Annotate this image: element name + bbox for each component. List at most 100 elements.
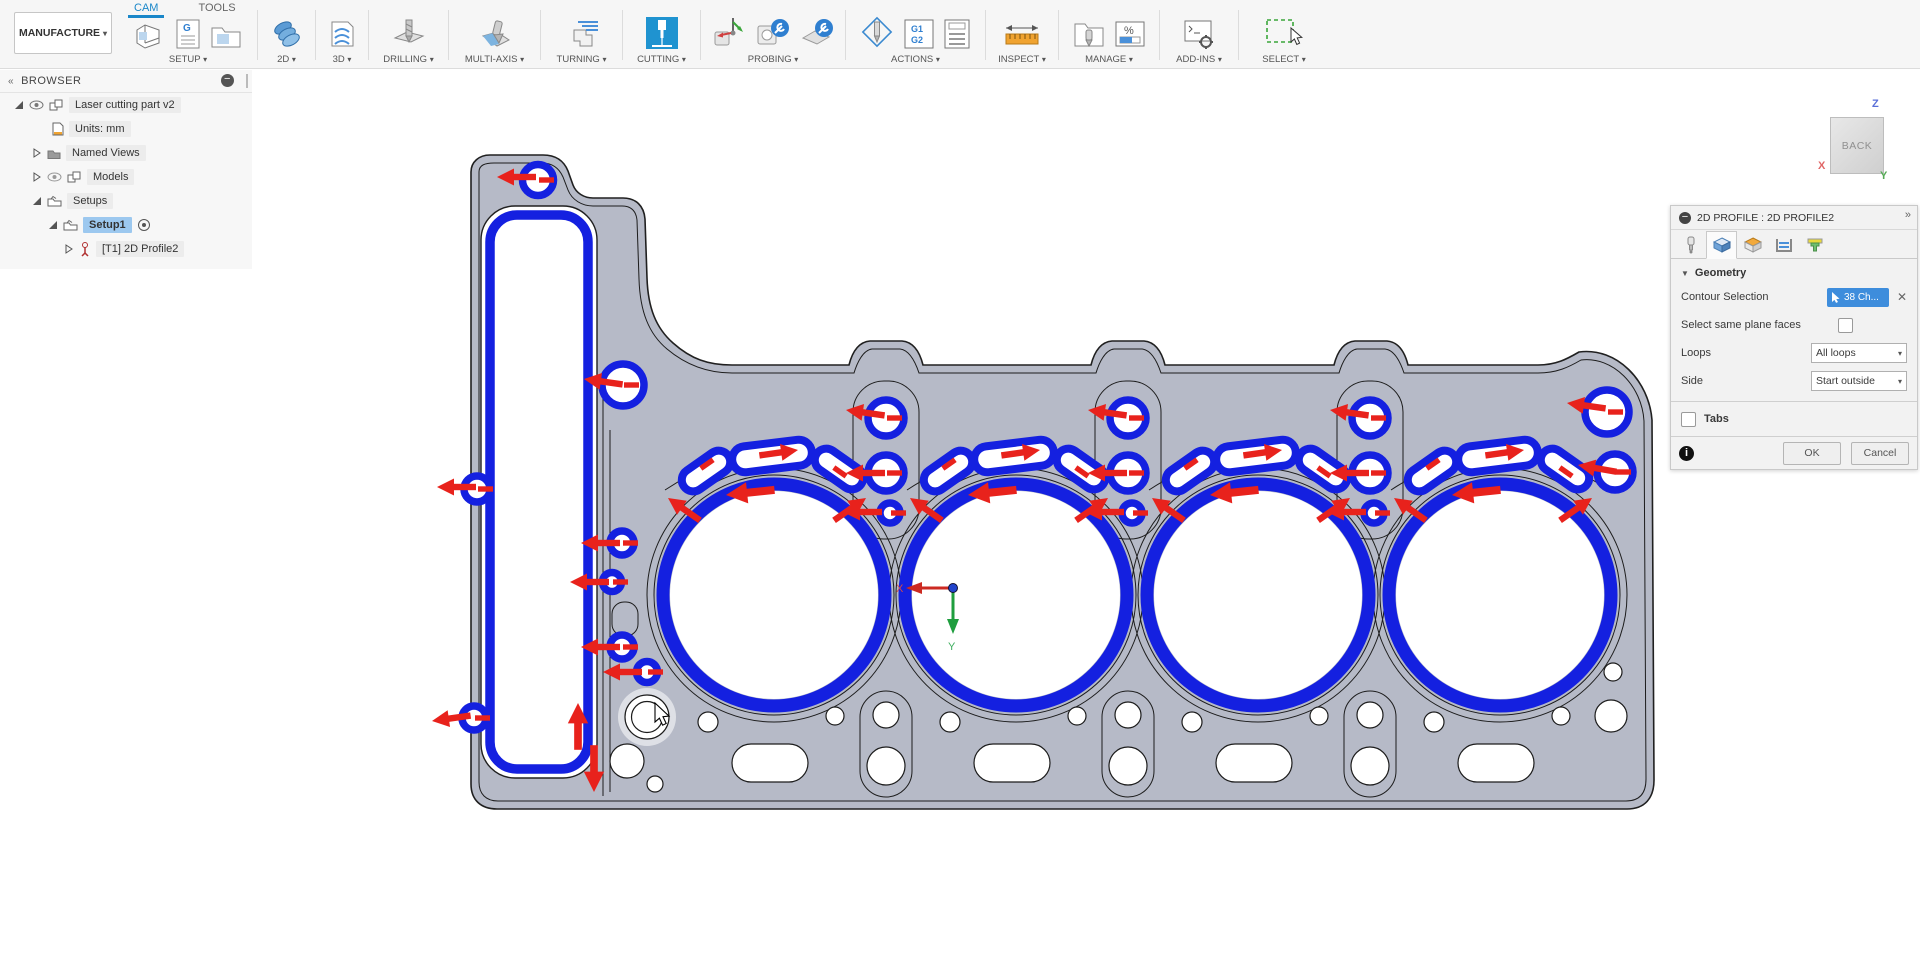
group-label-setup[interactable]: SETUP [169,54,201,65]
tree-item-named-views[interactable]: Named Views [0,141,252,165]
workspace-switcher-button[interactable]: MANUFACTURE ▾ [14,12,112,54]
toolbar-group-actions: G1G2 ACTIONS ▾ [846,0,985,68]
turning-icon[interactable] [564,18,600,50]
dialog-tab-geometry[interactable] [1706,231,1737,259]
dialog-expand-icon[interactable]: » [1905,209,1911,221]
caret-down-icon: ▾ [602,55,606,64]
simulate-icon[interactable] [861,16,895,50]
cancel-button[interactable]: Cancel [1851,442,1909,465]
tree-item-2d-profile2[interactable]: [T1] 2D Profile2 [0,237,252,261]
toolbar-group-drilling: DRILLING ▾ [369,0,448,68]
passes-tab-icon [1775,237,1793,253]
tree-label-root[interactable]: Laser cutting part v2 [69,97,181,113]
setup-folder-icon[interactable] [209,20,243,50]
clear-selection-icon[interactable]: ✕ [1897,290,1907,304]
visibility-eye-icon[interactable] [29,100,44,110]
same-plane-checkbox[interactable] [1838,318,1853,333]
probe-wcs-icon[interactable] [711,16,747,50]
collapsed-triangle-icon[interactable] [32,172,42,182]
slot-contour[interactable] [481,206,597,778]
tree-label-units[interactable]: Units: mm [69,121,131,137]
dialog-tab-passes[interactable] [1768,232,1799,258]
post-process-icon[interactable]: G1G2 [903,18,935,50]
visibility-eye-icon[interactable] [47,172,62,182]
group-label-drilling[interactable]: DRILLING [383,54,427,65]
toolbar-group-turning: TURNING ▾ [541,0,622,68]
main-toolbar: MANUFACTURE ▾ CAM TOOLS G SETUP ▾ 2D ▾ [0,0,1920,69]
select-icon[interactable] [1264,16,1304,50]
2d-milling-icon[interactable] [270,18,304,50]
pointer-icon [1831,292,1840,303]
cutting-icon-active[interactable] [645,16,679,50]
dialog-header[interactable]: − 2D PROFILE : 2D PROFILE2 » [1671,206,1917,230]
active-setup-target-icon[interactable] [137,218,151,232]
info-icon[interactable]: i [1679,446,1694,461]
drilling-icon[interactable] [391,18,427,50]
tree-label-models[interactable]: Models [87,169,134,185]
group-label-probing[interactable]: PROBING [748,54,792,65]
dialog-title: 2D PROFILE : 2D PROFILE2 [1697,212,1834,224]
group-label-cutting[interactable]: CUTTING [637,54,679,65]
browser-panel: « BROWSER − Laser cutting part v2 Units:… [0,70,252,269]
dialog-tab-tool[interactable] [1675,232,1706,258]
contour-selection-chip[interactable]: 38 Ch... [1827,288,1889,307]
hide-browser-icon[interactable]: − [221,74,234,87]
dialog-footer: i OK Cancel [1671,436,1917,469]
tree-item-setups[interactable]: Setups [0,189,252,213]
tree-label-setup1[interactable]: Setup1 [83,217,132,233]
toolbar-group-inspect: INSPECT ▾ [986,0,1058,68]
group-label-multiaxis[interactable]: MULTI-AXIS [465,54,518,65]
scripts-addins-icon[interactable] [1182,18,1216,50]
setups-folder-icon [47,195,62,207]
viewcube-face-back[interactable]: BACK [1830,117,1884,174]
machining-time-icon[interactable]: % [1114,18,1146,50]
tree-item-root[interactable]: Laser cutting part v2 [0,93,252,117]
tool-library-icon[interactable] [1072,18,1106,50]
section-collapse-icon[interactable]: ▼ [1681,269,1689,278]
dialog-minimize-icon[interactable]: − [1679,212,1691,224]
tree-item-units[interactable]: Units: mm [0,117,252,141]
panel-drag-handle[interactable] [246,74,248,88]
side-dropdown[interactable]: Start outside ▾ [1811,371,1907,391]
caret-down-icon: ▾ [1042,55,1046,64]
group-label-turning[interactable]: TURNING [557,54,600,65]
expanded-triangle-icon[interactable] [48,220,58,230]
3d-milling-icon[interactable] [327,18,357,50]
group-label-addins[interactable]: ADD-INS [1176,54,1215,65]
caret-down-icon: ▾ [430,55,434,64]
dialog-tab-heights[interactable] [1737,232,1768,258]
gcode-document-icon[interactable]: G [175,18,201,50]
measure-icon[interactable] [1003,20,1041,50]
collapsed-triangle-icon[interactable] [64,244,74,254]
group-label-actions[interactable]: ACTIONS [891,54,933,65]
linking-tab-icon [1806,237,1824,253]
tree-item-models[interactable]: Models [0,165,252,189]
collapsed-triangle-icon[interactable] [32,148,42,158]
gasket-part-canvas[interactable]: X Y [0,69,1920,953]
loops-dropdown[interactable]: All loops ▾ [1811,343,1907,363]
geometry-section-header[interactable]: ▼ Geometry [1671,259,1917,283]
viewcube[interactable]: Z BACK X Y [1822,98,1896,184]
probe-geometry-icon[interactable] [755,16,791,50]
tree-label-setups[interactable]: Setups [67,193,113,209]
group-label-inspect[interactable]: INSPECT [998,54,1039,65]
setup-sheet-icon[interactable] [943,18,971,50]
new-setup-icon[interactable] [133,20,167,50]
tree-label-2d-profile2[interactable]: [T1] 2D Profile2 [96,241,184,257]
geometry-section-label: Geometry [1695,267,1746,279]
collapse-panel-icon[interactable]: « [8,76,14,87]
tree-item-setup1[interactable]: Setup1 [0,213,252,237]
group-label-2d[interactable]: 2D [277,54,289,65]
dialog-tab-linking[interactable] [1799,232,1830,258]
ok-button[interactable]: OK [1783,442,1841,465]
dialog-tab-bar [1671,230,1917,259]
group-label-select[interactable]: SELECT [1262,54,1299,65]
group-label-3d[interactable]: 3D [333,54,345,65]
tree-label-named-views[interactable]: Named Views [66,145,146,161]
inspect-surface-icon[interactable] [799,16,835,50]
expanded-triangle-icon[interactable] [32,196,42,206]
group-label-manage[interactable]: MANAGE [1085,54,1126,65]
multi-axis-icon[interactable] [477,18,513,50]
expanded-triangle-icon[interactable] [14,100,24,110]
tabs-checkbox[interactable] [1681,412,1696,427]
